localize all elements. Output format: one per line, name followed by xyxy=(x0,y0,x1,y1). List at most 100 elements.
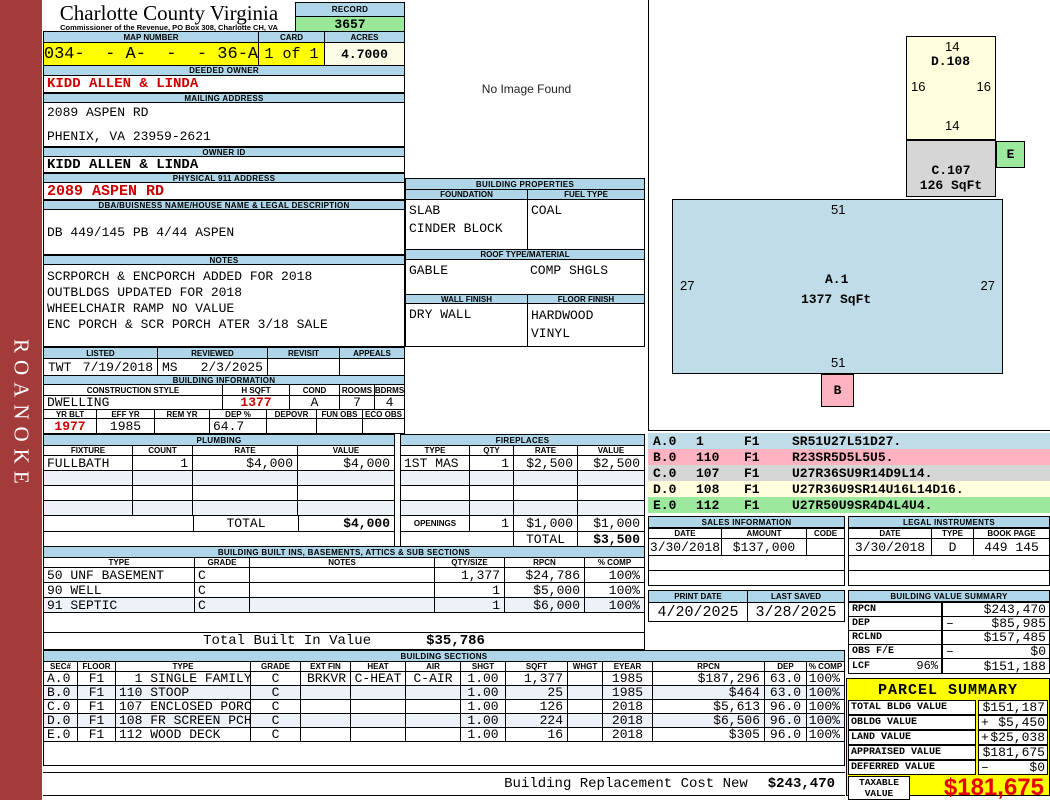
sales-amount-header: AMOUNT xyxy=(721,529,806,538)
parcel-row: APPRAISED VALUE $181,675 xyxy=(848,745,1048,760)
floor: F1 xyxy=(77,686,115,699)
listed-by: TWT xyxy=(48,359,72,375)
physical-address-value: 2089 ASPEN RD xyxy=(43,183,405,200)
print-saved-table: PRINT DATE LAST SAVED 4/20/2025 3/28/202… xyxy=(648,590,845,622)
sketch-area: 14 D.108 16 16 14 C.107 126 SqFt E 51 27… xyxy=(648,0,1050,431)
comp: 100% xyxy=(806,700,844,713)
legal-table: LEGAL INSTRUMENTS DATE TYPE BOOK PAGE 3/… xyxy=(848,516,1050,586)
bvs-rclnd-value: $157,485 xyxy=(983,631,1046,644)
legend-code: 112 xyxy=(696,497,720,513)
sqft: 16 xyxy=(505,728,567,741)
openings-qty: 1 xyxy=(469,516,513,531)
fp-type-value: 1ST MAS xyxy=(404,456,459,470)
reviewed-label: REVIEWED xyxy=(157,348,267,358)
legend-code: 107 xyxy=(696,465,720,481)
bi-grade-header: GRADE xyxy=(194,558,249,567)
legend-floor: F1 xyxy=(744,497,760,513)
bvs-obs-sign: – xyxy=(946,645,954,658)
bvs-dep-value: $85,985 xyxy=(991,617,1046,630)
rpcn: $5,613 xyxy=(652,700,764,713)
comp: 100% xyxy=(806,686,844,699)
legend-path: U27R50U9SR4D4L4U4. xyxy=(792,497,933,513)
floor-finish-value: HARDWOOD VINYL xyxy=(527,304,644,346)
sketch-section-e: E xyxy=(996,141,1025,168)
fp-rate-header: RATE xyxy=(513,446,577,455)
note-line: SCRPORCH & ENCPORCH ADDED FOR 2018 xyxy=(47,269,313,284)
eyear-header: EYEAR xyxy=(602,662,652,671)
eyear: 1985 xyxy=(602,672,652,685)
review-table: LISTED REVIEWED REVISIT APPEALS TWT 7/19… xyxy=(43,347,405,376)
sqft-header: SQFT xyxy=(505,662,567,671)
mailing-address-block: 2089 ASPEN RD PHENIX, VA 23959-2621 xyxy=(43,103,405,147)
floor: F1 xyxy=(77,728,115,741)
construction-style-label: CONSTRUCTION STYLE xyxy=(44,385,222,395)
parcel-sign: + xyxy=(981,730,989,745)
roof-label: ROOF TYPE/MATERIAL xyxy=(406,250,644,259)
openings-rate: $1,000 xyxy=(513,516,577,531)
parcel-sign: – xyxy=(981,760,989,775)
rpcn: $187,296 xyxy=(652,672,764,685)
type-header: TYPE xyxy=(115,662,250,671)
record-box: RECORD 3657 xyxy=(295,2,405,33)
parcel-row: OBLDG VALUE + $5,450 xyxy=(848,715,1048,730)
rpcn-header: RPCN xyxy=(652,662,764,671)
map-number-value: 034- - A- - - 36-A xyxy=(44,43,258,65)
sales-code xyxy=(806,539,844,555)
dep: 96.0 xyxy=(764,728,806,741)
sales-date: 3/30/2018 xyxy=(649,539,721,555)
bvs-dep-label: DEP xyxy=(852,618,871,629)
bvs-title: BUILDING VALUE SUMMARY xyxy=(849,591,1049,602)
plumbing-total-row: TOTAL $4,000 xyxy=(44,515,394,531)
dim-d-left: 16 xyxy=(911,79,926,94)
legend-path: SR51U27L51D27. xyxy=(792,433,902,449)
eyear: 1985 xyxy=(602,686,652,699)
dba-label: DBA/BUISNESS NAME/HOUSE NAME & LEGAL DES… xyxy=(43,200,405,210)
section-row: E.0 F1 112 WOOD DECK C 1.00 16 2018 $305… xyxy=(44,727,844,741)
rooms-label: ROOMS xyxy=(339,385,374,395)
bvs-rpcn-cell: $243,470 xyxy=(941,603,1049,616)
yrblt-value: 1977 xyxy=(54,419,86,433)
depovr-label: DEPOVR xyxy=(266,410,316,418)
sqft: 224 xyxy=(505,714,567,727)
sketch-a-label: A.1 xyxy=(825,272,849,287)
rpcn: $305 xyxy=(652,728,764,741)
effyr-value: 1985 xyxy=(96,419,154,433)
section-row: A.0 F1 1 SINGLE FAMILY C BRKVR C-HEAT C-… xyxy=(44,671,844,685)
sales-date-header: DATE xyxy=(649,529,721,538)
bvs-rpcn-label: RPCN xyxy=(852,604,877,615)
sqft: 1,377 xyxy=(505,672,567,685)
parcel-summary: PARCEL SUMMARY TOTAL BLDG VALUE $151,187… xyxy=(846,678,1050,800)
plumbing-total-label: TOTAL xyxy=(193,516,298,531)
sidebar: ROANOKE xyxy=(0,0,42,800)
sales-title: SALES INFORMATION xyxy=(649,517,844,528)
owner-id-value: KIDD ALLEN & LINDA xyxy=(43,157,405,173)
parcel-value: $25,038 xyxy=(990,730,1045,745)
sketch-legend: A.0 1 F1 SR51U27L51D27. B.0 110 F1 R23SR… xyxy=(648,433,1050,513)
fuel-value: COAL xyxy=(527,200,644,249)
last-saved-value: 3/28/2025 xyxy=(747,603,844,621)
map-card-acres-table: MAP NUMBER CARD ACRES 034- - A- - - 36-A… xyxy=(43,31,405,66)
type: 112 WOOD DECK xyxy=(115,728,250,741)
sketch-e-label: E xyxy=(1006,147,1015,162)
parcel-row: LAND VALUE + $25,038 xyxy=(848,730,1048,745)
replacement-cost-label: Building Replacement Cost New xyxy=(504,776,748,792)
rate-header: RATE xyxy=(192,446,297,455)
bvs-obs-value: $0 xyxy=(1030,645,1046,658)
rpcn: $464 xyxy=(652,686,764,699)
count-value: 1 xyxy=(132,456,192,470)
count-header: COUNT xyxy=(132,446,192,455)
shgt-header: SHGT xyxy=(460,662,505,671)
dep: 96.0 xyxy=(764,700,806,713)
cond-value: A xyxy=(289,396,339,409)
taxable-value-label: TAXABLE VALUE xyxy=(848,776,910,800)
shgt: 1.00 xyxy=(460,728,505,741)
builtins-total-row: Total Built In Value $35,786 xyxy=(44,632,644,649)
bi-qty: 1 xyxy=(434,598,504,612)
bi-grade: C xyxy=(194,568,249,582)
legend-code: 110 xyxy=(696,449,720,465)
dim-d-top: 14 xyxy=(945,39,960,54)
property-record-card: ROANOKE Charlotte County Virginia Commis… xyxy=(0,0,1050,800)
plumbing-total-value: $4,000 xyxy=(298,516,394,531)
bvs-row: OBS F/E – $0 xyxy=(849,644,1049,658)
bi-comp: 100% xyxy=(584,568,644,582)
